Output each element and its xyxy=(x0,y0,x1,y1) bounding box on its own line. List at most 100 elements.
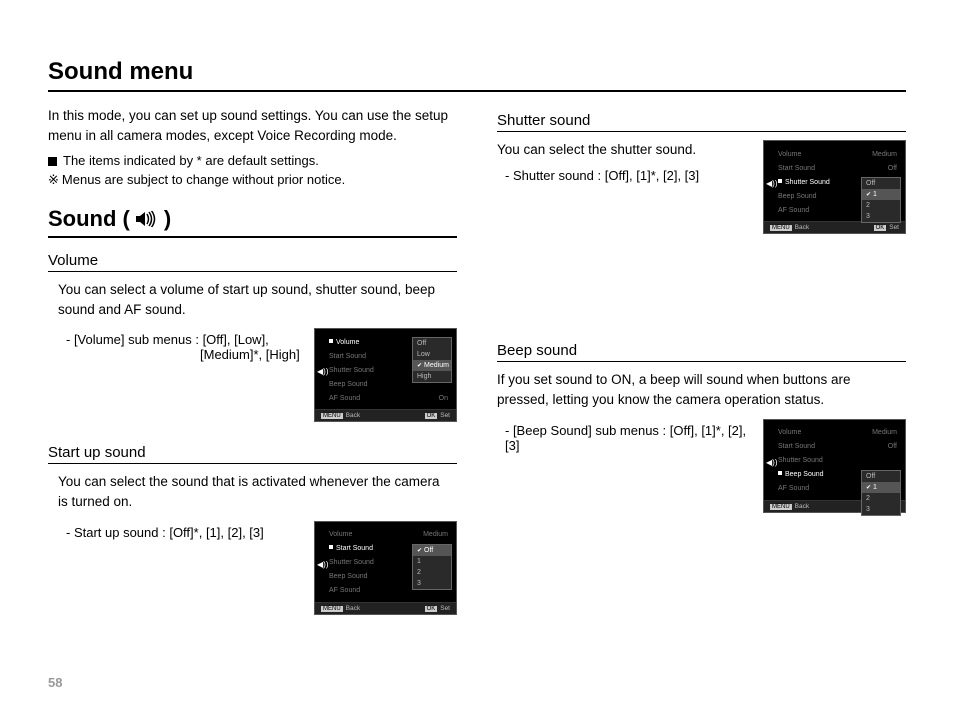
reference-mark-icon: ※ xyxy=(48,172,58,187)
square-bullet-icon xyxy=(48,157,57,166)
mini-startup-screenshot: ◀)) Volume Medium Start Sound Shutter Sound B… xyxy=(314,521,457,615)
mini-set-label: Set xyxy=(440,605,450,612)
mini-menu-row: Start Sound Off xyxy=(778,161,901,175)
mini-ok-btn-icon: OK xyxy=(425,606,438,612)
mini-menu-label: Beep Sound xyxy=(778,471,824,478)
mini-menu-label: Beep Sound xyxy=(778,193,817,200)
sound-heading-close: ) xyxy=(164,206,171,232)
mini-menu-btn-icon: MENU xyxy=(770,225,792,231)
mini-dropdown-option: 3 xyxy=(413,578,451,589)
mini-dropdown-option: High xyxy=(413,371,451,382)
page-number: 58 xyxy=(48,675,62,690)
startup-options: - Start up sound : [Off]*, [1], [2], [3] xyxy=(66,525,300,540)
beep-options: - [Beep Sound] sub menus : [Off], [1]*, … xyxy=(505,423,749,453)
volume-opt-line2: [Medium]*, [High] xyxy=(66,347,300,362)
mini-menu-row: Start Sound Off xyxy=(778,440,901,454)
mini-dropdown-option: 1 xyxy=(862,482,900,493)
mini-dropdown-option: 1 xyxy=(413,556,451,567)
mini-dropdown-option: 1 xyxy=(862,189,900,200)
change-notice-text: Menus are subject to change without prio… xyxy=(62,172,345,187)
mini-back-label: Back xyxy=(346,605,360,612)
mini-ok-btn-icon: OK xyxy=(425,413,438,419)
mini-menu-label: AF Sound xyxy=(329,587,360,594)
mini-dropdown-option: 2 xyxy=(413,567,451,578)
mini-dropdown-option: 2 xyxy=(862,200,900,211)
mini-menu-label: Start Sound xyxy=(329,545,373,552)
mini-footer: MENUBack OKSet xyxy=(315,409,456,421)
mini-dropdown: OffLowMediumHigh xyxy=(412,337,452,383)
volume-opt-line1: - [Volume] sub menus : [Off], [Low], xyxy=(66,332,300,347)
mini-menu-label: Volume xyxy=(778,429,801,436)
mini-menu-label: Start Sound xyxy=(778,165,815,172)
mini-dropdown-option: Off xyxy=(862,471,900,482)
mini-menu-label: Shutter Sound xyxy=(329,559,374,566)
mini-ok-btn-icon: OK xyxy=(874,225,887,231)
shutter-options: - Shutter sound : [Off], [1]*, [2], [3] xyxy=(505,168,749,183)
mini-menu-row: Volume Medium xyxy=(778,426,901,440)
mini-menu-row: Volume Medium xyxy=(778,147,901,161)
mini-menu-label: AF Sound xyxy=(329,395,360,402)
speaker-small-icon: ◀)) xyxy=(317,367,328,376)
speaker-icon xyxy=(136,210,158,228)
mini-menu-label: Beep Sound xyxy=(329,573,368,580)
startup-desc: You can select the sound that is activat… xyxy=(58,472,447,513)
mini-menu-row: AF Sound On xyxy=(329,391,452,405)
mini-shutter-screenshot: ◀)) Volume Medium Start Sound Off Shutter Sou… xyxy=(763,140,906,234)
speaker-small-icon: ◀)) xyxy=(317,560,328,569)
volume-options: - [Volume] sub menus : [Off], [Low], [Me… xyxy=(66,332,300,362)
mini-menu-btn-icon: MENU xyxy=(321,606,343,612)
mini-menu-value: Medium xyxy=(872,429,897,436)
beep-desc: If you set sound to ON, a beep will soun… xyxy=(497,370,896,411)
mini-dropdown-option: 2 xyxy=(862,493,900,504)
mini-volume-screenshot: ◀)) Volume Start Sound Shutter Sound Beep So… xyxy=(314,328,457,422)
speaker-small-icon: ◀)) xyxy=(766,179,777,188)
default-note-text: The items indicated by * are default set… xyxy=(63,153,319,168)
mini-dropdown-option: Low xyxy=(413,349,451,360)
mini-set-label: Set xyxy=(440,412,450,419)
default-note: The items indicated by * are default set… xyxy=(48,153,457,168)
mini-menu-row: Shutter Sound xyxy=(778,454,901,468)
mini-menu-label: Start Sound xyxy=(778,443,815,450)
mini-beep-screenshot: ◀)) Volume Medium Start Sound Off Shutter Sou… xyxy=(763,419,906,513)
mini-back-label: Back xyxy=(795,503,809,510)
startup-heading: Start up sound xyxy=(48,444,457,464)
mini-menu-label: Shutter Sound xyxy=(329,367,374,374)
mini-back-label: Back xyxy=(346,412,360,419)
change-notice: ※ Menus are subject to change without pri… xyxy=(48,172,457,188)
mini-dropdown-option: Off xyxy=(413,545,451,556)
page-title: Sound menu xyxy=(48,58,906,92)
mini-menu-label: Beep Sound xyxy=(329,381,368,388)
mini-menu-label: Volume xyxy=(329,339,359,346)
mini-dropdown: Off123 xyxy=(861,177,901,223)
mini-menu-btn-icon: MENU xyxy=(321,413,343,419)
mini-dropdown-option: 3 xyxy=(862,211,900,222)
mini-dropdown: Off123 xyxy=(412,544,452,590)
mini-back-label: Back xyxy=(795,224,809,231)
mini-menu-label: AF Sound xyxy=(778,485,809,492)
mini-menu-value: Medium xyxy=(872,151,897,158)
mini-menu-value: On xyxy=(439,395,448,402)
mini-menu-value: Off xyxy=(888,165,897,172)
intro-text: In this mode, you can set up sound setti… xyxy=(48,106,457,147)
mini-menu-row: Volume Medium xyxy=(329,528,452,542)
sound-heading: Sound ( ) xyxy=(48,206,457,238)
mini-menu-label: Volume xyxy=(329,531,352,538)
mini-set-label: Set xyxy=(889,224,899,231)
mini-menu-label: Shutter Sound xyxy=(778,179,830,186)
mini-menu-value: Medium xyxy=(423,531,448,538)
mini-menu-value: Off xyxy=(888,443,897,450)
volume-heading: Volume xyxy=(48,252,457,272)
mini-menu-btn-icon: MENU xyxy=(770,504,792,510)
mini-dropdown: Off123 xyxy=(861,470,901,516)
sound-heading-text: Sound ( xyxy=(48,206,130,232)
mini-footer: MENUBack OKSet xyxy=(315,602,456,614)
beep-heading: Beep sound xyxy=(497,342,906,362)
speaker-small-icon: ◀)) xyxy=(766,458,777,467)
volume-desc: You can select a volume of start up soun… xyxy=(58,280,447,321)
mini-menu-label: AF Sound xyxy=(778,207,809,214)
mini-menu-label: Shutter Sound xyxy=(778,457,823,464)
shutter-heading: Shutter sound xyxy=(497,112,906,132)
mini-dropdown-option: Off xyxy=(862,178,900,189)
mini-menu-label: Start Sound xyxy=(329,353,366,360)
mini-menu-label: Volume xyxy=(778,151,801,158)
